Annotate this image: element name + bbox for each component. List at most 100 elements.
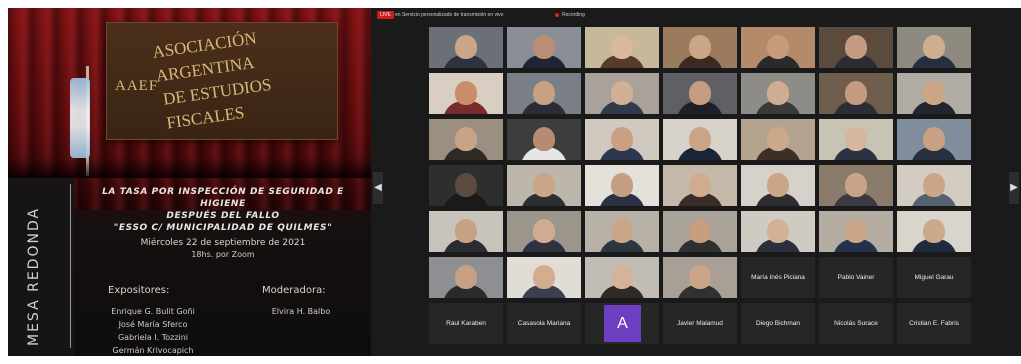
participant-video-tile[interactable] bbox=[585, 257, 659, 298]
participant-video-tile[interactable] bbox=[507, 257, 581, 298]
participant-name-tile[interactable]: Cristian E. Fabris bbox=[897, 303, 971, 344]
topic-line-1: LA TASA POR INSPECCIÓN DE SEGURIDAD E HI… bbox=[102, 187, 344, 209]
participant-head bbox=[611, 219, 633, 243]
participant-video-tile[interactable] bbox=[429, 73, 503, 114]
participant-video-tile[interactable] bbox=[741, 73, 815, 114]
participant-video-tile[interactable] bbox=[429, 211, 503, 252]
recording-icon bbox=[555, 13, 559, 17]
participant-video-tile[interactable] bbox=[819, 119, 893, 160]
participant-video-tile[interactable] bbox=[585, 73, 659, 114]
participant-head bbox=[533, 173, 555, 197]
participant-video-tile[interactable] bbox=[819, 211, 893, 252]
participant-name: Pablo Vainer bbox=[837, 274, 875, 281]
participant-video-tile[interactable] bbox=[429, 27, 503, 68]
participant-name-tile[interactable]: Casasola Mariana bbox=[507, 303, 581, 344]
participant-video-tile[interactable] bbox=[663, 211, 737, 252]
participant-head bbox=[455, 127, 477, 151]
zoom-top-bar: LIVE en Servicio personalizado de transm… bbox=[371, 8, 1021, 22]
participant-video-tile[interactable] bbox=[819, 73, 893, 114]
divider-line bbox=[70, 184, 71, 348]
participant-head bbox=[611, 173, 633, 197]
participant-video-tile[interactable] bbox=[663, 73, 737, 114]
participant-head bbox=[455, 265, 477, 289]
participant-name-tile[interactable]: Nicolás Surace bbox=[819, 303, 893, 344]
participant-head bbox=[767, 127, 789, 151]
participant-video-tile[interactable] bbox=[741, 211, 815, 252]
live-badge[interactable]: LIVE bbox=[377, 11, 394, 19]
participant-video-tile[interactable] bbox=[897, 27, 971, 68]
participant-head bbox=[845, 35, 867, 59]
avatar: A bbox=[604, 305, 641, 342]
participant-head bbox=[845, 81, 867, 105]
participant-head bbox=[611, 265, 633, 289]
participant-video-tile[interactable] bbox=[429, 257, 503, 298]
participant-head bbox=[533, 81, 555, 105]
participant-head bbox=[455, 81, 477, 105]
speakers-heading: Expositores: bbox=[108, 285, 170, 296]
participant-video-tile[interactable] bbox=[507, 119, 581, 160]
recording-label: Recording bbox=[562, 12, 585, 18]
event-time: 18hs. por Zoom bbox=[191, 250, 255, 259]
participant-name: Diego Bichman bbox=[755, 320, 801, 327]
participant-grid: María Inés Piciana Pablo Vainer Miguel Gar… bbox=[429, 27, 977, 349]
participant-head bbox=[689, 81, 711, 105]
next-page-arrow-icon[interactable]: ▶ bbox=[1009, 172, 1019, 204]
moderator-name: Elvira H. Balbo bbox=[271, 307, 331, 316]
participant-head bbox=[845, 219, 867, 243]
event-poster: AAEF ASOCIACIÓN ARGENTINA DE ESTUDIOS FI… bbox=[8, 8, 371, 356]
speaker-name: José María Sferco bbox=[118, 320, 188, 329]
participant-head bbox=[923, 173, 945, 197]
participant-video-tile[interactable] bbox=[741, 119, 815, 160]
participant-name-tile[interactable]: Raul Karaben bbox=[429, 303, 503, 344]
participant-name: Nicolás Surace bbox=[834, 320, 878, 327]
participant-video-tile[interactable] bbox=[819, 27, 893, 68]
participant-head bbox=[455, 219, 477, 243]
participant-head bbox=[689, 219, 711, 243]
participant-video-tile[interactable] bbox=[741, 165, 815, 206]
participant-video-tile[interactable] bbox=[897, 119, 971, 160]
participant-head bbox=[767, 35, 789, 59]
participant-video-tile[interactable] bbox=[585, 27, 659, 68]
participant-video-tile[interactable] bbox=[819, 165, 893, 206]
participant-head bbox=[533, 219, 555, 243]
round-table-title: MESA REDONDA bbox=[26, 206, 42, 346]
participant-video-tile[interactable] bbox=[585, 211, 659, 252]
live-stream-text[interactable]: en Servicio personalizado de transmisión… bbox=[395, 11, 503, 19]
participant-video-tile[interactable] bbox=[897, 211, 971, 252]
participant-name-tile[interactable]: Diego Bichman bbox=[741, 303, 815, 344]
participant-name-tile[interactable]: Javier Malamud bbox=[663, 303, 737, 344]
participant-name-tile[interactable]: María Inés Piciana bbox=[741, 257, 815, 298]
participant-video-tile[interactable] bbox=[585, 119, 659, 160]
participant-video-tile[interactable] bbox=[663, 27, 737, 68]
participant-video-tile[interactable] bbox=[507, 211, 581, 252]
participant-head bbox=[689, 173, 711, 197]
participant-video-tile[interactable] bbox=[897, 165, 971, 206]
zoom-gallery-window: LIVE en Servicio personalizado de transm… bbox=[371, 8, 1021, 356]
speaker-name: Germán Krivocapich bbox=[112, 346, 194, 355]
participant-head bbox=[767, 219, 789, 243]
participant-video-tile[interactable] bbox=[663, 119, 737, 160]
participant-name: Miguel Garau bbox=[914, 274, 954, 281]
participant-video-tile[interactable] bbox=[507, 165, 581, 206]
participant-video-tile[interactable] bbox=[663, 257, 737, 298]
participant-name-tile[interactable]: Pablo Vainer bbox=[819, 257, 893, 298]
association-sign: AAEF ASOCIACIÓN ARGENTINA DE ESTUDIOS FI… bbox=[106, 22, 338, 140]
participant-video-tile[interactable] bbox=[429, 119, 503, 160]
participant-video-tile[interactable] bbox=[507, 27, 581, 68]
previous-page-arrow-icon[interactable]: ◀ bbox=[373, 172, 383, 204]
participant-video-tile[interactable] bbox=[585, 165, 659, 206]
participant-head bbox=[455, 35, 477, 59]
participant-head bbox=[533, 265, 555, 289]
participant-video-tile[interactable] bbox=[429, 165, 503, 206]
aaef-logo: AAEF bbox=[115, 78, 159, 94]
participant-name-tile[interactable]: Miguel Garau bbox=[897, 257, 971, 298]
participant-avatar-tile[interactable]: A bbox=[585, 303, 659, 344]
participant-video-tile[interactable] bbox=[897, 73, 971, 114]
participant-head bbox=[533, 35, 555, 59]
participant-video-tile[interactable] bbox=[663, 165, 737, 206]
participant-video-tile[interactable] bbox=[507, 73, 581, 114]
participant-video-tile[interactable] bbox=[741, 27, 815, 68]
participant-head bbox=[845, 173, 867, 197]
participant-head bbox=[923, 127, 945, 151]
participant-head bbox=[533, 127, 555, 151]
